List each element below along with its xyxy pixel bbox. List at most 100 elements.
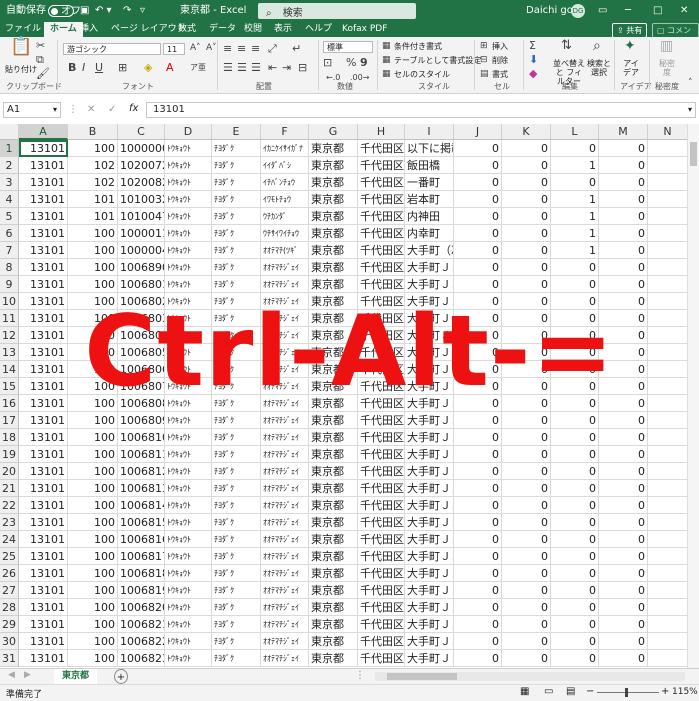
- cell-c[interactable]: 1006822: [118, 633, 165, 650]
- cell-m[interactable]: 0: [599, 191, 648, 208]
- page-layout-view-icon[interactable]: ▭: [544, 686, 553, 697]
- row-header[interactable]: 20: [0, 463, 19, 480]
- row-header[interactable]: 24: [0, 531, 19, 548]
- cell-g[interactable]: 東京都: [309, 497, 358, 514]
- cell-a[interactable]: 13101: [19, 208, 68, 225]
- cell-h[interactable]: 千代田区: [358, 174, 405, 191]
- cell-m[interactable]: 0: [599, 633, 648, 650]
- cell-k[interactable]: 0: [502, 429, 551, 446]
- cell-b[interactable]: 100: [68, 531, 118, 548]
- ribbon-tab[interactable]: 表示: [274, 22, 292, 37]
- cell-b[interactable]: 100: [68, 514, 118, 531]
- cell-d[interactable]: ﾄｳｷｮｳﾄ: [165, 259, 212, 276]
- sheet-splitter-icon[interactable]: ⋮: [355, 670, 365, 681]
- cell-l[interactable]: 0: [551, 565, 599, 582]
- fill-icon[interactable]: ⬇: [529, 54, 538, 66]
- cell-c[interactable]: 1006812: [118, 463, 165, 480]
- cell-n[interactable]: [648, 429, 688, 446]
- cell-h[interactable]: 千代田区: [358, 548, 405, 565]
- cell-j[interactable]: 0: [454, 276, 502, 293]
- row-header[interactable]: 23: [0, 514, 19, 531]
- conditional-format-button[interactable]: 条件付き書式: [394, 41, 442, 52]
- cell-k[interactable]: 0: [502, 242, 551, 259]
- align-bottom-icon[interactable]: ≡: [251, 43, 260, 55]
- cell-a[interactable]: 13101: [19, 174, 68, 191]
- sensitivity-icon[interactable]: ▥: [660, 39, 673, 53]
- cell-k[interactable]: 0: [502, 412, 551, 429]
- cell-f[interactable]: ｵｵﾃﾏﾁｼﾞｪｲ: [261, 446, 309, 463]
- clear-icon[interactable]: ◆: [529, 68, 537, 80]
- cell-e[interactable]: ﾁﾖﾀﾞｸ: [212, 633, 261, 650]
- cell-l[interactable]: 0: [551, 582, 599, 599]
- cell-m[interactable]: 0: [599, 480, 648, 497]
- cell-m[interactable]: 0: [599, 157, 648, 174]
- insert-cells-button[interactable]: 挿入: [492, 41, 508, 52]
- row-header[interactable]: 18: [0, 429, 19, 446]
- cell-d[interactable]: ﾄｳｷｮｳﾄ: [165, 225, 212, 242]
- cell-k[interactable]: 0: [502, 191, 551, 208]
- comment-button[interactable]: ▢ コメント: [652, 23, 699, 48]
- cell-i[interactable]: 岩本町: [405, 191, 454, 208]
- cell-a[interactable]: 13101: [19, 650, 68, 667]
- cell-j[interactable]: 0: [454, 157, 502, 174]
- cell-g[interactable]: 東京都: [309, 582, 358, 599]
- cell-n[interactable]: [648, 412, 688, 429]
- cell-n[interactable]: [648, 582, 688, 599]
- cell-i[interactable]: 大手町ＪＡ: [405, 514, 454, 531]
- cell-e[interactable]: ﾁﾖﾀﾞｸ: [212, 599, 261, 616]
- ribbon-display-icon[interactable]: ▭: [598, 0, 607, 22]
- cell-i[interactable]: 大手町ＪＡ: [405, 429, 454, 446]
- cell-n[interactable]: [648, 208, 688, 225]
- cell-i[interactable]: 大手町ＪＡ: [405, 548, 454, 565]
- undo-icon[interactable]: ↶ ▾: [95, 0, 112, 22]
- cell-n[interactable]: [648, 463, 688, 480]
- cell-b[interactable]: 100: [68, 259, 118, 276]
- cell-c[interactable]: 1006816: [118, 531, 165, 548]
- cell-f[interactable]: ｵｵﾃﾏﾁｼﾞｪｲ: [261, 412, 309, 429]
- cell-f[interactable]: ｵｵﾃﾏﾁｼﾞｪｲ: [261, 514, 309, 531]
- column-header[interactable]: K: [502, 124, 551, 140]
- cell-i[interactable]: 大手町ＪＡ: [405, 412, 454, 429]
- cell-m[interactable]: 0: [599, 616, 648, 633]
- cell-m[interactable]: 0: [599, 497, 648, 514]
- cell-g[interactable]: 東京都: [309, 565, 358, 582]
- cell-b[interactable]: 100: [68, 412, 118, 429]
- cell-j[interactable]: 0: [454, 412, 502, 429]
- align-top-icon[interactable]: ≡: [223, 43, 232, 55]
- next-sheet-icon[interactable]: ▶: [24, 670, 31, 680]
- cell-d[interactable]: ﾄｳｷｮｳﾄ: [165, 140, 212, 157]
- row-header[interactable]: 2: [0, 157, 19, 174]
- cell-g[interactable]: 東京都: [309, 157, 358, 174]
- normal-view-icon[interactable]: ▦: [520, 686, 529, 697]
- cell-h[interactable]: 千代田区: [358, 480, 405, 497]
- cell-g[interactable]: 東京都: [309, 174, 358, 191]
- cell-n[interactable]: [648, 157, 688, 174]
- cell-j[interactable]: 0: [454, 429, 502, 446]
- cell-i[interactable]: 大手町ＪＡ: [405, 650, 454, 667]
- cell-f[interactable]: ｵｵﾃﾏﾁｼﾞｪｲ: [261, 429, 309, 446]
- cell-g[interactable]: 東京都: [309, 616, 358, 633]
- cell-d[interactable]: ﾄｳｷｮｳﾄ: [165, 446, 212, 463]
- column-header[interactable]: J: [454, 124, 502, 140]
- cell-n[interactable]: [648, 225, 688, 242]
- ideas-button[interactable]: アイ デア: [620, 59, 642, 77]
- format-cells-button[interactable]: 書式: [492, 69, 508, 80]
- zoom-out-icon[interactable]: −: [586, 686, 594, 697]
- cell-l[interactable]: 0: [551, 140, 599, 157]
- cell-h[interactable]: 千代田区: [358, 565, 405, 582]
- underline-icon[interactable]: U: [95, 62, 103, 74]
- horizontal-scroll-thumb[interactable]: [387, 673, 457, 680]
- column-header[interactable]: M: [599, 124, 648, 140]
- align-left-icon[interactable]: ☰: [223, 62, 233, 74]
- cell-b[interactable]: 101: [68, 208, 118, 225]
- cell-l[interactable]: 1: [551, 191, 599, 208]
- ribbon-tab[interactable]: ファイル: [5, 22, 41, 37]
- cell-b[interactable]: 100: [68, 446, 118, 463]
- formula-input[interactable]: 13101 ▾: [146, 102, 696, 118]
- row-header[interactable]: 30: [0, 633, 19, 650]
- cell-d[interactable]: ﾄｳｷｮｳﾄ: [165, 174, 212, 191]
- maximize-icon[interactable]: □: [653, 0, 662, 22]
- cell-h[interactable]: 千代田区: [358, 497, 405, 514]
- cut-icon[interactable]: ✂: [36, 40, 45, 52]
- cell-l[interactable]: 0: [551, 480, 599, 497]
